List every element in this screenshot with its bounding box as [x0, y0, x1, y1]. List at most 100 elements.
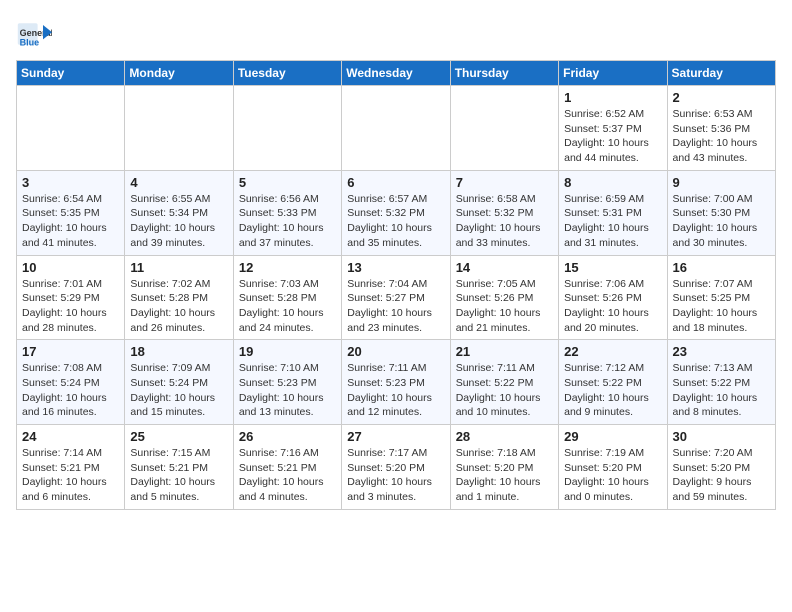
calendar-cell: 9Sunrise: 7:00 AM Sunset: 5:30 PM Daylig… [667, 170, 775, 255]
day-info: Sunrise: 6:59 AM Sunset: 5:31 PM Dayligh… [564, 192, 661, 251]
day-number: 24 [22, 429, 119, 444]
day-info: Sunrise: 6:52 AM Sunset: 5:37 PM Dayligh… [564, 107, 661, 166]
day-info: Sunrise: 6:55 AM Sunset: 5:34 PM Dayligh… [130, 192, 227, 251]
calendar-cell: 21 Sunrise: 7:11 AM Sunset: 5:22 PM Dayli… [450, 340, 558, 425]
day-info: Sunrise: 6:53 AM Sunset: 5:36 PM Dayligh… [673, 107, 770, 166]
calendar-cell [17, 86, 125, 171]
page-header: General Blue [16, 16, 776, 52]
calendar-cell: 19 Sunrise: 7:10 AM Sunset: 5:23 PM Dayli… [233, 340, 341, 425]
day-info: Sunrise: 7:02 AM Sunset: 5:28 PM Dayligh… [130, 277, 227, 336]
day-number: 18 [130, 344, 227, 359]
day-number: 30 [673, 429, 770, 444]
day-number: 15 [564, 260, 661, 275]
day-number: 7 [456, 175, 553, 190]
day-number: 28 [456, 429, 553, 444]
logo-icon: General Blue [16, 16, 52, 52]
day-info: Sunrise: 7:04 AM Sunset: 5:27 PM Dayligh… [347, 277, 444, 336]
calendar-cell: 12 Sunrise: 7:03 AM Sunset: 5:28 PM Dayli… [233, 255, 341, 340]
day-number: 11 [130, 260, 227, 275]
day-info: Sunrise: 7:08 AM Sunset: 5:24 PM Dayligh… [22, 361, 119, 420]
calendar-week-1: 1 Sunrise: 6:52 AM Sunset: 5:37 PM Daylig… [17, 86, 776, 171]
day-info: Sunrise: 6:56 AM Sunset: 5:33 PM Dayligh… [239, 192, 336, 251]
calendar-cell: 25 Sunrise: 7:15 AM Sunset: 5:21 PM Dayli… [125, 425, 233, 510]
weekday-header-friday: Friday [559, 61, 667, 86]
calendar-cell: 14Sunrise: 7:05 AM Sunset: 5:26 PM Dayli… [450, 255, 558, 340]
calendar-table: SundayMondayTuesdayWednesdayThursdayFrid… [16, 60, 776, 510]
calendar-cell: 5 Sunrise: 6:56 AM Sunset: 5:33 PM Daylig… [233, 170, 341, 255]
day-number: 16 [673, 260, 770, 275]
weekday-header-saturday: Saturday [667, 61, 775, 86]
calendar-cell: 16 Sunrise: 7:07 AM Sunset: 5:25 PM Dayli… [667, 255, 775, 340]
weekday-header-tuesday: Tuesday [233, 61, 341, 86]
calendar-cell: 15 Sunrise: 7:06 AM Sunset: 5:26 PM Dayli… [559, 255, 667, 340]
day-info: Sunrise: 7:20 AM Sunset: 5:20 PM Dayligh… [673, 446, 770, 505]
calendar-week-3: 10 Sunrise: 7:01 AM Sunset: 5:29 PM Dayli… [17, 255, 776, 340]
day-number: 1 [564, 90, 661, 105]
day-info: Sunrise: 7:03 AM Sunset: 5:28 PM Dayligh… [239, 277, 336, 336]
calendar-cell: 27 Sunrise: 7:17 AM Sunset: 5:20 PM Dayli… [342, 425, 450, 510]
calendar-cell: 1 Sunrise: 6:52 AM Sunset: 5:37 PM Daylig… [559, 86, 667, 171]
calendar-body: 1 Sunrise: 6:52 AM Sunset: 5:37 PM Daylig… [17, 86, 776, 510]
day-info: Sunrise: 6:58 AM Sunset: 5:32 PM Dayligh… [456, 192, 553, 251]
day-info: Sunrise: 7:13 AM Sunset: 5:22 PM Dayligh… [673, 361, 770, 420]
day-number: 10 [22, 260, 119, 275]
day-info: Sunrise: 7:00 AM Sunset: 5:30 PM Dayligh… [673, 192, 770, 251]
calendar-cell: 17Sunrise: 7:08 AM Sunset: 5:24 PM Dayli… [17, 340, 125, 425]
calendar-cell: 2 Sunrise: 6:53 AM Sunset: 5:36 PM Daylig… [667, 86, 775, 171]
day-info: Sunrise: 7:15 AM Sunset: 5:21 PM Dayligh… [130, 446, 227, 505]
day-number: 20 [347, 344, 444, 359]
calendar-cell [125, 86, 233, 171]
calendar-cell [233, 86, 341, 171]
calendar-cell: 30 Sunrise: 7:20 AM Sunset: 5:20 PM Dayli… [667, 425, 775, 510]
day-number: 23 [673, 344, 770, 359]
day-number: 26 [239, 429, 336, 444]
day-info: Sunrise: 7:11 AM Sunset: 5:23 PM Dayligh… [347, 361, 444, 420]
calendar-week-5: 24 Sunrise: 7:14 AM Sunset: 5:21 PM Dayli… [17, 425, 776, 510]
calendar-cell: 4 Sunrise: 6:55 AM Sunset: 5:34 PM Daylig… [125, 170, 233, 255]
weekday-header-monday: Monday [125, 61, 233, 86]
day-info: Sunrise: 7:10 AM Sunset: 5:23 PM Dayligh… [239, 361, 336, 420]
calendar-cell: 23 Sunrise: 7:13 AM Sunset: 5:22 PM Dayli… [667, 340, 775, 425]
day-info: Sunrise: 7:16 AM Sunset: 5:21 PM Dayligh… [239, 446, 336, 505]
day-number: 6 [347, 175, 444, 190]
calendar-cell: 22 Sunrise: 7:12 AM Sunset: 5:22 PM Dayli… [559, 340, 667, 425]
calendar-header-row: SundayMondayTuesdayWednesdayThursdayFrid… [17, 61, 776, 86]
day-info: Sunrise: 7:07 AM Sunset: 5:25 PM Dayligh… [673, 277, 770, 336]
calendar-cell: 24 Sunrise: 7:14 AM Sunset: 5:21 PM Dayli… [17, 425, 125, 510]
day-info: Sunrise: 6:57 AM Sunset: 5:32 PM Dayligh… [347, 192, 444, 251]
day-number: 5 [239, 175, 336, 190]
day-number: 25 [130, 429, 227, 444]
day-info: Sunrise: 7:06 AM Sunset: 5:26 PM Dayligh… [564, 277, 661, 336]
calendar-cell: 10 Sunrise: 7:01 AM Sunset: 5:29 PM Dayli… [17, 255, 125, 340]
calendar-cell: 18Sunrise: 7:09 AM Sunset: 5:24 PM Dayli… [125, 340, 233, 425]
logo: General Blue [16, 16, 56, 52]
day-number: 4 [130, 175, 227, 190]
day-number: 8 [564, 175, 661, 190]
day-info: Sunrise: 7:11 AM Sunset: 5:22 PM Dayligh… [456, 361, 553, 420]
day-info: Sunrise: 7:18 AM Sunset: 5:20 PM Dayligh… [456, 446, 553, 505]
day-number: 27 [347, 429, 444, 444]
calendar-cell: 29 Sunrise: 7:19 AM Sunset: 5:20 PM Dayli… [559, 425, 667, 510]
day-info: Sunrise: 7:01 AM Sunset: 5:29 PM Dayligh… [22, 277, 119, 336]
calendar-cell: 3Sunrise: 6:54 AM Sunset: 5:35 PM Daylig… [17, 170, 125, 255]
day-number: 2 [673, 90, 770, 105]
day-number: 12 [239, 260, 336, 275]
day-info: Sunrise: 7:19 AM Sunset: 5:20 PM Dayligh… [564, 446, 661, 505]
day-number: 29 [564, 429, 661, 444]
day-info: Sunrise: 7:12 AM Sunset: 5:22 PM Dayligh… [564, 361, 661, 420]
day-info: Sunrise: 7:17 AM Sunset: 5:20 PM Dayligh… [347, 446, 444, 505]
day-number: 21 [456, 344, 553, 359]
day-info: Sunrise: 7:14 AM Sunset: 5:21 PM Dayligh… [22, 446, 119, 505]
calendar-cell [450, 86, 558, 171]
day-info: Sunrise: 7:05 AM Sunset: 5:26 PM Dayligh… [456, 277, 553, 336]
calendar-cell: 6 Sunrise: 6:57 AM Sunset: 5:32 PM Daylig… [342, 170, 450, 255]
svg-text:Blue: Blue [20, 38, 40, 48]
calendar-cell: 7 Sunrise: 6:58 AM Sunset: 5:32 PM Daylig… [450, 170, 558, 255]
day-number: 19 [239, 344, 336, 359]
calendar-cell: 20 Sunrise: 7:11 AM Sunset: 5:23 PM Dayli… [342, 340, 450, 425]
calendar-cell [342, 86, 450, 171]
weekday-header-wednesday: Wednesday [342, 61, 450, 86]
day-number: 22 [564, 344, 661, 359]
calendar-week-4: 17Sunrise: 7:08 AM Sunset: 5:24 PM Dayli… [17, 340, 776, 425]
calendar-week-2: 3Sunrise: 6:54 AM Sunset: 5:35 PM Daylig… [17, 170, 776, 255]
